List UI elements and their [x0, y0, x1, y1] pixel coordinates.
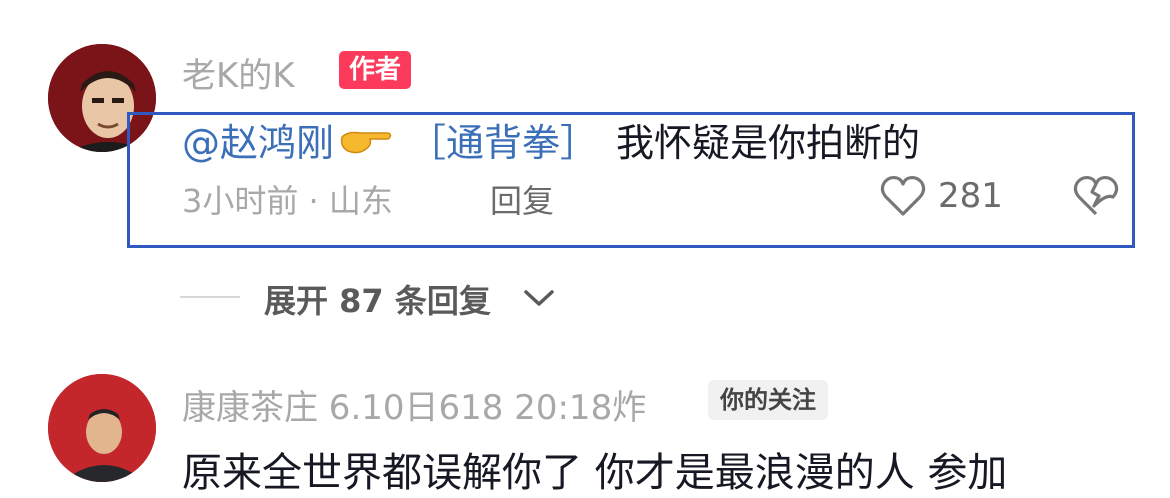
following-badge: 你的关注 [708, 380, 828, 420]
avatar-image [48, 374, 156, 482]
highlight-box [127, 112, 1135, 248]
author-badge: 作者 [339, 51, 412, 89]
avatar[interactable] [48, 374, 156, 482]
divider [180, 296, 240, 298]
chevron-down-icon[interactable] [522, 286, 556, 310]
comment-username[interactable]: 老K的K [182, 48, 295, 97]
comment-text: 原来全世界都误解你了 你才是最浪漫的人 参加 [182, 450, 1008, 496]
comment-username[interactable]: 康康茶庄 6.10日618 20:18炸 [182, 380, 646, 429]
expand-replies-button[interactable]: 展开 87 条回复 [264, 276, 491, 322]
